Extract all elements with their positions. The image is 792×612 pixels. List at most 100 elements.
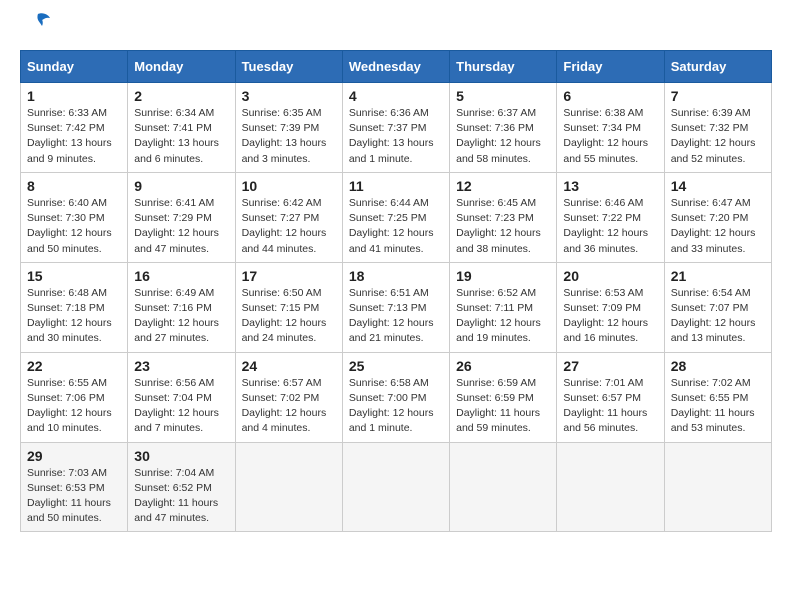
calendar-day-cell — [664, 442, 771, 532]
day-number: 29 — [27, 448, 121, 464]
day-info: Sunrise: 6:38 AMSunset: 7:34 PMDaylight:… — [563, 106, 657, 167]
calendar-header-wednesday: Wednesday — [342, 51, 449, 83]
calendar-header-monday: Monday — [128, 51, 235, 83]
day-number: 30 — [134, 448, 228, 464]
day-number: 21 — [671, 268, 765, 284]
calendar-day-cell: 13 Sunrise: 6:46 AMSunset: 7:22 PMDaylig… — [557, 172, 664, 262]
day-number: 11 — [349, 178, 443, 194]
day-number: 5 — [456, 88, 550, 104]
calendar-day-cell — [450, 442, 557, 532]
day-info: Sunrise: 6:39 AMSunset: 7:32 PMDaylight:… — [671, 106, 765, 167]
calendar-table: SundayMondayTuesdayWednesdayThursdayFrid… — [20, 50, 772, 532]
calendar-day-cell: 22 Sunrise: 6:55 AMSunset: 7:06 PMDaylig… — [21, 352, 128, 442]
day-info: Sunrise: 7:04 AMSunset: 6:52 PMDaylight:… — [134, 466, 228, 527]
day-number: 28 — [671, 358, 765, 374]
day-info: Sunrise: 6:57 AMSunset: 7:02 PMDaylight:… — [242, 376, 336, 437]
calendar-day-cell: 9 Sunrise: 6:41 AMSunset: 7:29 PMDayligh… — [128, 172, 235, 262]
day-info: Sunrise: 6:36 AMSunset: 7:37 PMDaylight:… — [349, 106, 443, 167]
day-number: 16 — [134, 268, 228, 284]
calendar-day-cell: 16 Sunrise: 6:49 AMSunset: 7:16 PMDaylig… — [128, 262, 235, 352]
day-number: 26 — [456, 358, 550, 374]
calendar-day-cell: 1 Sunrise: 6:33 AMSunset: 7:42 PMDayligh… — [21, 83, 128, 173]
calendar-day-cell — [342, 442, 449, 532]
calendar-day-cell: 8 Sunrise: 6:40 AMSunset: 7:30 PMDayligh… — [21, 172, 128, 262]
calendar-week-row: 8 Sunrise: 6:40 AMSunset: 7:30 PMDayligh… — [21, 172, 772, 262]
calendar-day-cell: 12 Sunrise: 6:45 AMSunset: 7:23 PMDaylig… — [450, 172, 557, 262]
day-info: Sunrise: 6:54 AMSunset: 7:07 PMDaylight:… — [671, 286, 765, 347]
calendar-header-tuesday: Tuesday — [235, 51, 342, 83]
calendar-day-cell — [557, 442, 664, 532]
day-info: Sunrise: 6:58 AMSunset: 7:00 PMDaylight:… — [349, 376, 443, 437]
calendar-day-cell: 24 Sunrise: 6:57 AMSunset: 7:02 PMDaylig… — [235, 352, 342, 442]
day-number: 1 — [27, 88, 121, 104]
day-info: Sunrise: 6:42 AMSunset: 7:27 PMDaylight:… — [242, 196, 336, 257]
day-info: Sunrise: 7:02 AMSunset: 6:55 PMDaylight:… — [671, 376, 765, 437]
calendar-day-cell: 25 Sunrise: 6:58 AMSunset: 7:00 PMDaylig… — [342, 352, 449, 442]
calendar-header-sunday: Sunday — [21, 51, 128, 83]
day-info: Sunrise: 6:34 AMSunset: 7:41 PMDaylight:… — [134, 106, 228, 167]
calendar-day-cell: 20 Sunrise: 6:53 AMSunset: 7:09 PMDaylig… — [557, 262, 664, 352]
calendar-header-saturday: Saturday — [664, 51, 771, 83]
day-info: Sunrise: 6:48 AMSunset: 7:18 PMDaylight:… — [27, 286, 121, 347]
day-info: Sunrise: 6:55 AMSunset: 7:06 PMDaylight:… — [27, 376, 121, 437]
calendar-day-cell: 10 Sunrise: 6:42 AMSunset: 7:27 PMDaylig… — [235, 172, 342, 262]
day-info: Sunrise: 6:52 AMSunset: 7:11 PMDaylight:… — [456, 286, 550, 347]
day-info: Sunrise: 6:33 AMSunset: 7:42 PMDaylight:… — [27, 106, 121, 167]
day-info: Sunrise: 6:47 AMSunset: 7:20 PMDaylight:… — [671, 196, 765, 257]
calendar-header-thursday: Thursday — [450, 51, 557, 83]
calendar-day-cell: 15 Sunrise: 6:48 AMSunset: 7:18 PMDaylig… — [21, 262, 128, 352]
calendar-day-cell: 19 Sunrise: 6:52 AMSunset: 7:11 PMDaylig… — [450, 262, 557, 352]
day-info: Sunrise: 6:51 AMSunset: 7:13 PMDaylight:… — [349, 286, 443, 347]
page-header — [20, 20, 772, 34]
day-info: Sunrise: 7:03 AMSunset: 6:53 PMDaylight:… — [27, 466, 121, 527]
day-info: Sunrise: 6:44 AMSunset: 7:25 PMDaylight:… — [349, 196, 443, 257]
day-number: 27 — [563, 358, 657, 374]
day-info: Sunrise: 6:50 AMSunset: 7:15 PMDaylight:… — [242, 286, 336, 347]
day-number: 18 — [349, 268, 443, 284]
day-number: 8 — [27, 178, 121, 194]
day-info: Sunrise: 6:37 AMSunset: 7:36 PMDaylight:… — [456, 106, 550, 167]
logo — [20, 20, 52, 34]
calendar-week-row: 15 Sunrise: 6:48 AMSunset: 7:18 PMDaylig… — [21, 262, 772, 352]
calendar-header-row: SundayMondayTuesdayWednesdayThursdayFrid… — [21, 51, 772, 83]
day-info: Sunrise: 6:59 AMSunset: 6:59 PMDaylight:… — [456, 376, 550, 437]
day-info: Sunrise: 6:35 AMSunset: 7:39 PMDaylight:… — [242, 106, 336, 167]
day-number: 22 — [27, 358, 121, 374]
calendar-day-cell: 28 Sunrise: 7:02 AMSunset: 6:55 PMDaylig… — [664, 352, 771, 442]
day-number: 23 — [134, 358, 228, 374]
calendar-week-row: 22 Sunrise: 6:55 AMSunset: 7:06 PMDaylig… — [21, 352, 772, 442]
calendar-day-cell: 2 Sunrise: 6:34 AMSunset: 7:41 PMDayligh… — [128, 83, 235, 173]
day-number: 3 — [242, 88, 336, 104]
calendar-week-row: 29 Sunrise: 7:03 AMSunset: 6:53 PMDaylig… — [21, 442, 772, 532]
calendar-day-cell: 17 Sunrise: 6:50 AMSunset: 7:15 PMDaylig… — [235, 262, 342, 352]
calendar-day-cell: 29 Sunrise: 7:03 AMSunset: 6:53 PMDaylig… — [21, 442, 128, 532]
day-info: Sunrise: 6:45 AMSunset: 7:23 PMDaylight:… — [456, 196, 550, 257]
calendar-day-cell: 3 Sunrise: 6:35 AMSunset: 7:39 PMDayligh… — [235, 83, 342, 173]
day-number: 9 — [134, 178, 228, 194]
day-info: Sunrise: 6:56 AMSunset: 7:04 PMDaylight:… — [134, 376, 228, 437]
day-number: 25 — [349, 358, 443, 374]
day-number: 19 — [456, 268, 550, 284]
logo-bird-icon — [24, 12, 52, 34]
calendar-day-cell: 23 Sunrise: 6:56 AMSunset: 7:04 PMDaylig… — [128, 352, 235, 442]
day-info: Sunrise: 6:41 AMSunset: 7:29 PMDaylight:… — [134, 196, 228, 257]
day-info: Sunrise: 6:40 AMSunset: 7:30 PMDaylight:… — [27, 196, 121, 257]
day-number: 2 — [134, 88, 228, 104]
calendar-day-cell: 11 Sunrise: 6:44 AMSunset: 7:25 PMDaylig… — [342, 172, 449, 262]
day-info: Sunrise: 6:53 AMSunset: 7:09 PMDaylight:… — [563, 286, 657, 347]
calendar-day-cell: 30 Sunrise: 7:04 AMSunset: 6:52 PMDaylig… — [128, 442, 235, 532]
calendar-day-cell — [235, 442, 342, 532]
day-info: Sunrise: 7:01 AMSunset: 6:57 PMDaylight:… — [563, 376, 657, 437]
day-number: 12 — [456, 178, 550, 194]
day-number: 15 — [27, 268, 121, 284]
calendar-header-friday: Friday — [557, 51, 664, 83]
day-number: 4 — [349, 88, 443, 104]
day-number: 17 — [242, 268, 336, 284]
day-number: 14 — [671, 178, 765, 194]
calendar-week-row: 1 Sunrise: 6:33 AMSunset: 7:42 PMDayligh… — [21, 83, 772, 173]
day-number: 13 — [563, 178, 657, 194]
day-number: 7 — [671, 88, 765, 104]
calendar-day-cell: 21 Sunrise: 6:54 AMSunset: 7:07 PMDaylig… — [664, 262, 771, 352]
day-info: Sunrise: 6:46 AMSunset: 7:22 PMDaylight:… — [563, 196, 657, 257]
calendar-day-cell: 6 Sunrise: 6:38 AMSunset: 7:34 PMDayligh… — [557, 83, 664, 173]
